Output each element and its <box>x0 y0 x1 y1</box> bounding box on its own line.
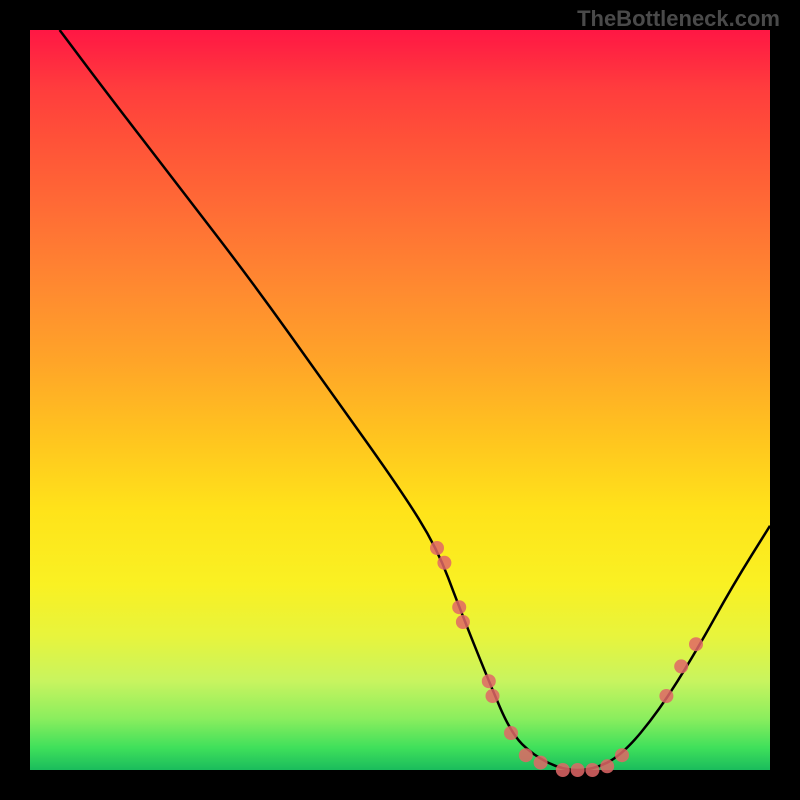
scatter-point <box>482 674 496 688</box>
scatter-point <box>585 763 599 777</box>
scatter-point <box>452 600 466 614</box>
scatter-point <box>456 615 470 629</box>
scatter-point <box>659 689 673 703</box>
chart-svg <box>30 30 770 770</box>
scatter-point <box>571 763 585 777</box>
chart-plot-area <box>30 30 770 770</box>
scatter-point <box>600 759 614 773</box>
watermark-text: TheBottleneck.com <box>577 6 780 32</box>
scatter-point <box>486 689 500 703</box>
scatter-point <box>556 763 570 777</box>
scatter-point <box>689 637 703 651</box>
scatter-points-group <box>430 541 703 777</box>
scatter-point <box>534 756 548 770</box>
scatter-point <box>615 748 629 762</box>
bottleneck-curve <box>60 30 770 770</box>
scatter-point <box>674 659 688 673</box>
scatter-point <box>519 748 533 762</box>
scatter-point <box>504 726 518 740</box>
scatter-point <box>437 556 451 570</box>
scatter-point <box>430 541 444 555</box>
